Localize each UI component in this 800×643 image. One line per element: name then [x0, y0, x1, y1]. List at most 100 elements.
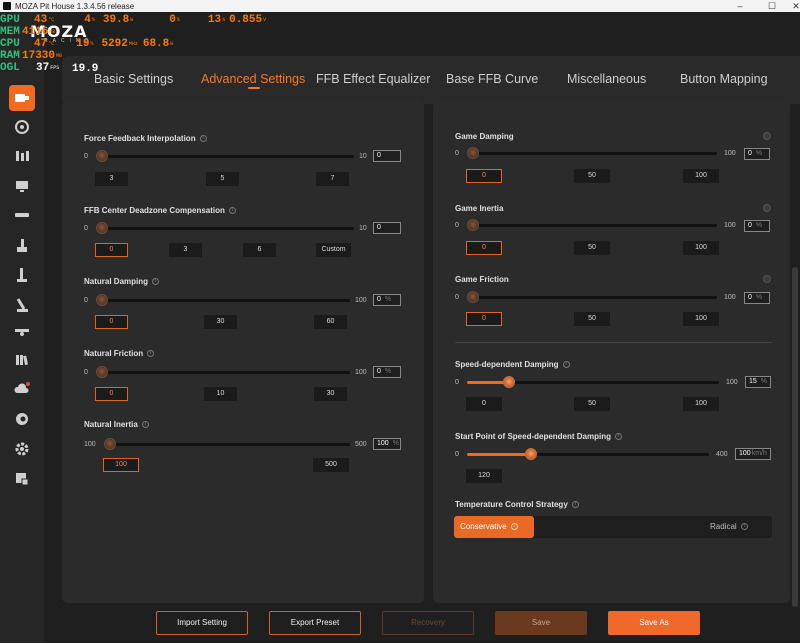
ffb-interpolation-preset-5[interactable]: 5: [206, 172, 239, 186]
game-friction-value[interactable]: 0%: [744, 292, 770, 304]
info-icon[interactable]: i: [571, 501, 579, 509]
speed-damping-value[interactable]: 15%: [745, 376, 771, 388]
game-friction-toggle[interactable]: [763, 275, 771, 283]
info-icon[interactable]: i: [147, 350, 155, 358]
info-icon[interactable]: i: [740, 523, 748, 531]
info-icon[interactable]: i: [562, 361, 570, 369]
game-friction-preset-50[interactable]: 50: [574, 312, 610, 326]
sidebar-item-wheelbase[interactable]: [9, 85, 35, 111]
sidebar-item-shifter[interactable]: [9, 262, 35, 288]
game-damping-toggle[interactable]: [763, 132, 771, 140]
recovery-button[interactable]: Recovery: [382, 611, 474, 635]
save-as-button[interactable]: Save As: [608, 611, 700, 635]
export-preset-button[interactable]: Export Preset: [269, 611, 361, 635]
sidebar-item-sequential-shifter[interactable]: [9, 292, 35, 318]
natural-inertia-preset-100[interactable]: 100: [103, 458, 139, 472]
sidebar-item-dashboard[interactable]: [9, 173, 35, 199]
tab-basic-settings[interactable]: Basic Settings: [94, 72, 173, 86]
temperature-option-conservative[interactable]: Conservative i: [454, 516, 534, 538]
tab-advanced-settings[interactable]: Advanced Settings: [201, 72, 305, 86]
tab-button-mapping[interactable]: Button Mapping: [680, 72, 768, 86]
ffb-interpolation-preset-7[interactable]: 7: [316, 172, 349, 186]
game-damping-slider-thumb[interactable]: [467, 147, 479, 159]
natural-friction-preset-10[interactable]: 10: [204, 387, 237, 401]
natural-damping-slider[interactable]: [96, 299, 350, 302]
speed-damping-preset-0[interactable]: 0: [466, 397, 502, 411]
sidebar-item-pit[interactable]: [9, 406, 35, 432]
center-deadzone-value[interactable]: 0: [373, 222, 401, 234]
speed-start-slider-thumb[interactable]: [525, 448, 537, 460]
center-deadzone-preset-custom[interactable]: Custom: [316, 243, 351, 257]
natural-damping-preset-30[interactable]: 30: [204, 315, 237, 329]
game-damping-value[interactable]: 0%: [744, 148, 770, 160]
ffb-interpolation-slider[interactable]: [96, 155, 354, 158]
info-icon[interactable]: i: [615, 433, 623, 441]
import-setting-button[interactable]: Import Setting: [156, 611, 248, 635]
sidebar-item-help[interactable]: [9, 466, 35, 492]
natural-friction-preset-30[interactable]: 30: [314, 387, 347, 401]
speed-start-value[interactable]: 100km/h: [735, 448, 771, 460]
speed-damping-preset-50[interactable]: 50: [574, 397, 610, 411]
game-damping-preset-100[interactable]: 100: [683, 169, 719, 183]
info-icon[interactable]: i: [152, 278, 160, 286]
natural-friction-slider-thumb[interactable]: [96, 366, 108, 378]
natural-inertia-slider-thumb[interactable]: [104, 438, 116, 450]
natural-damping-value[interactable]: 0%: [373, 294, 401, 306]
sidebar-item-handbrake[interactable]: [9, 232, 35, 258]
close-button[interactable]: ✕: [784, 0, 800, 12]
natural-inertia-value[interactable]: 100%: [373, 438, 401, 450]
speed-start-preset-120[interactable]: 120: [466, 469, 502, 483]
game-friction-preset-100[interactable]: 100: [683, 312, 719, 326]
info-icon[interactable]: i: [141, 421, 149, 429]
maximize-button[interactable]: ☐: [760, 0, 784, 12]
sidebar-item-library[interactable]: [9, 347, 35, 373]
game-inertia-slider-thumb[interactable]: [467, 219, 479, 231]
info-icon[interactable]: i: [199, 135, 207, 143]
tab-ffb-effect-equalizer[interactable]: FFB Effect Equalizer: [316, 72, 430, 86]
natural-inertia-slider[interactable]: [104, 443, 350, 446]
game-friction-slider-thumb[interactable]: [467, 291, 479, 303]
sidebar-item-settings[interactable]: [9, 436, 35, 462]
natural-damping-preset-0[interactable]: 0: [95, 315, 128, 329]
game-inertia-slider[interactable]: [467, 224, 717, 227]
game-friction-slider[interactable]: [467, 296, 717, 299]
center-deadzone-slider[interactable]: [96, 227, 354, 230]
game-damping-preset-0[interactable]: 0: [466, 169, 502, 183]
game-damping-slider[interactable]: [467, 152, 717, 155]
center-deadzone-preset-3[interactable]: 3: [169, 243, 202, 257]
game-inertia-toggle[interactable]: [763, 204, 771, 212]
ffb-interpolation-slider-thumb[interactable]: [96, 150, 108, 162]
minimize-button[interactable]: –: [728, 0, 752, 12]
info-icon[interactable]: i: [228, 207, 236, 215]
tab-base-ffb-curve[interactable]: Base FFB Curve: [446, 72, 538, 86]
speed-damping-preset-100[interactable]: 100: [683, 397, 719, 411]
center-deadzone-slider-thumb[interactable]: [96, 222, 108, 234]
sidebar-item-pedals[interactable]: [9, 143, 35, 169]
game-damping-preset-50[interactable]: 50: [574, 169, 610, 183]
natural-friction-slider[interactable]: [96, 371, 350, 374]
sidebar-item-stalk[interactable]: [9, 318, 35, 344]
center-deadzone-preset-0[interactable]: 0: [95, 243, 128, 257]
save-button[interactable]: Save: [495, 611, 587, 635]
tab-miscellaneous[interactable]: Miscellaneous: [567, 72, 646, 86]
sidebar-item-hub[interactable]: [9, 202, 35, 228]
info-icon[interactable]: i: [510, 523, 518, 531]
natural-damping-preset-60[interactable]: 60: [314, 315, 347, 329]
ffb-interpolation-preset-3[interactable]: 3: [95, 172, 128, 186]
center-deadzone-preset-6[interactable]: 6: [243, 243, 276, 257]
game-inertia-value[interactable]: 0%: [744, 220, 770, 232]
natural-friction-preset-0[interactable]: 0: [95, 387, 128, 401]
temperature-option-radical[interactable]: Radical i: [710, 516, 748, 538]
game-inertia-preset-100[interactable]: 100: [683, 241, 719, 255]
game-inertia-preset-50[interactable]: 50: [574, 241, 610, 255]
sidebar-item-steering-wheel[interactable]: [9, 114, 35, 140]
game-inertia-preset-0[interactable]: 0: [466, 241, 502, 255]
speed-damping-slider-thumb[interactable]: [503, 376, 515, 388]
scrollbar[interactable]: [792, 267, 798, 607]
natural-inertia-preset-500[interactable]: 500: [313, 458, 349, 472]
natural-damping-slider-thumb[interactable]: [96, 294, 108, 306]
ffb-interpolation-value[interactable]: 0: [373, 150, 401, 162]
game-friction-preset-0[interactable]: 0: [466, 312, 502, 326]
sidebar-item-cloud-update[interactable]: [9, 376, 35, 402]
natural-friction-value[interactable]: 0%: [373, 366, 401, 378]
